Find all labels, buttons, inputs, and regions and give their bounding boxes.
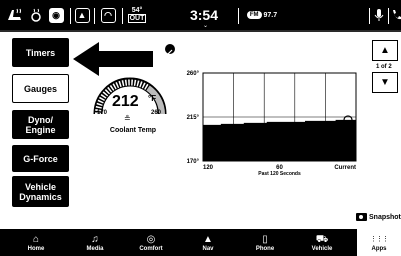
outside-temp-label: OUT <box>127 14 147 23</box>
page-up-button[interactable]: ▲ <box>372 40 398 61</box>
gauge-label: Coolant Temp <box>109 127 157 134</box>
gauge-value: 212 <box>112 93 139 110</box>
microphone-icon[interactable] <box>372 0 386 30</box>
chart-x-axis-label: Past 120 Seconds <box>258 171 301 177</box>
wifi-icon[interactable]: ◠ <box>98 0 118 30</box>
bottom-nav-bar: ⌂ Home ♫ Media ◎ Comfort ▲ Nav ▯ Phone ⛟… <box>0 229 401 256</box>
radio-frequency: 97.7 <box>263 11 278 19</box>
page-indicator: 1 of 2 <box>376 64 392 70</box>
menu-dyno-engine-button[interactable]: Dyno/ Engine <box>12 110 69 139</box>
divider <box>122 8 123 24</box>
menu-vehicle-dynamics-button[interactable]: Vehicle Dynamics <box>12 176 69 207</box>
chevron-down-icon[interactable]: ⌄ <box>203 22 208 29</box>
nav-home-button[interactable]: ⌂ Home <box>14 229 58 256</box>
menu-g-force-button[interactable]: G-Force <box>12 145 69 172</box>
divider <box>94 8 95 24</box>
apps-icon: ⋮⋮⋮ <box>370 235 389 243</box>
nav-vehicle-button[interactable]: ⛟ Vehicle <box>300 229 344 256</box>
music-icon: ♫ <box>91 233 99 245</box>
gauge-edit-icon[interactable] <box>165 44 175 55</box>
coolant-icon: ≗ <box>124 114 131 123</box>
nav-phone-label: Phone <box>255 245 275 252</box>
seat-heat-icon[interactable] <box>4 0 26 30</box>
nav-apps-label: Apps <box>371 245 387 252</box>
outside-temp: 54° OUT <box>127 0 147 30</box>
status-bar: ◉ ▲ ◠ 54° OUT 3:54 ⌄ FM 97.7 <box>0 0 401 30</box>
divider <box>70 8 71 24</box>
comfort-icon: ◎ <box>146 233 156 245</box>
chart-y-tick: 170° <box>187 159 200 165</box>
chart-y-tick: 215° <box>187 115 200 121</box>
page-down-button[interactable]: ▼ <box>372 72 398 93</box>
gauge-unit: °F <box>148 94 157 103</box>
nav-phone-button[interactable]: ▯ Phone <box>243 229 287 256</box>
chart-y-tick: 260° <box>187 71 200 77</box>
chart-x-tick: Current <box>334 165 356 171</box>
camera-icon[interactable]: ◉ <box>46 0 66 30</box>
radio-badge: FM <box>246 11 262 19</box>
menu-gauges-button[interactable]: Gauges <box>12 74 69 103</box>
snapshot-label: Snapshot <box>369 213 401 221</box>
gauge-min-label: 170 <box>97 110 108 116</box>
coolant-temp-chart: 260°215°170° 120 60 Current Past 120 Secon… <box>187 71 357 177</box>
chart-y-ticks: 260° 215° 170° <box>187 71 200 165</box>
phone-icon: ▯ <box>262 233 268 245</box>
nav-comfort-label: Comfort <box>139 245 163 252</box>
notification-bell-icon[interactable]: ▲ <box>74 0 90 30</box>
nav-comfort-button[interactable]: ◎ Comfort <box>129 229 173 256</box>
nav-home-label: Home <box>27 245 45 252</box>
chart-area-series <box>203 119 356 161</box>
car-icon: ⛟ <box>315 233 329 245</box>
steering-heat-icon[interactable] <box>28 0 44 30</box>
nav-vehicle-label: Vehicle <box>311 245 333 252</box>
radio-station[interactable]: FM 97.7 <box>244 0 280 30</box>
nav-nav-label: Nav <box>202 245 214 252</box>
screen: ◉ ▲ ◠ 54° OUT 3:54 ⌄ FM 97.7 Timers Gaug… <box>0 0 401 256</box>
nav-icon: ▲ <box>203 233 213 245</box>
divider <box>388 8 389 24</box>
gauge-max-label: 260 <box>151 110 162 116</box>
nav-nav-button[interactable]: ▲ Nav <box>186 229 230 256</box>
nav-media-button[interactable]: ♫ Media <box>73 229 117 256</box>
chart-x-tick: 120 <box>203 165 214 171</box>
nav-media-label: Media <box>86 245 104 252</box>
divider <box>238 8 239 24</box>
phone-status-icon[interactable] <box>390 0 401 30</box>
outside-temp-value: 54° <box>131 7 143 14</box>
snapshot-button[interactable]: Snapshot <box>356 213 401 221</box>
home-icon: ⌂ <box>32 233 40 245</box>
camera-icon <box>356 213 367 221</box>
menu-timers-button[interactable]: Timers <box>12 38 69 67</box>
nav-apps-button[interactable]: ⋮⋮⋮ Apps <box>357 229 401 256</box>
divider <box>369 8 370 24</box>
